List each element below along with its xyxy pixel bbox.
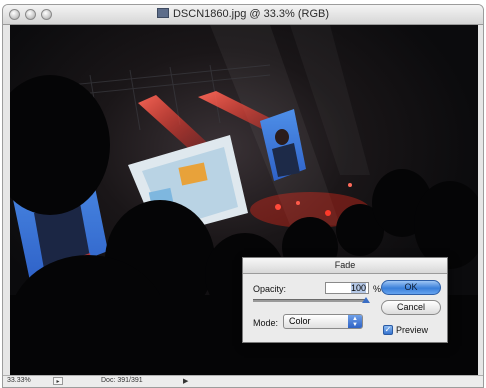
opacity-label: Opacity: (253, 284, 287, 294)
preview-checkbox[interactable]: ✓ (383, 325, 393, 335)
opacity-input[interactable]: 100 (325, 282, 369, 294)
status-arrow-icon[interactable]: ▶ (183, 377, 188, 385)
document-icon (156, 8, 169, 18)
opacity-value: 100 (350, 283, 366, 293)
mode-select[interactable]: Color ▲ ▼ (283, 314, 363, 329)
fade-dialog: Fade Opacity: 100 % Mode: Color ▲ ▼ OK Ca… (242, 257, 448, 343)
window-title: DSCN1860.jpg @ 33.3% (RGB) (172, 8, 330, 20)
status-menu-icon[interactable]: ▸ (53, 377, 63, 385)
window-title-group: DSCN1860.jpg @ 33.3% (RGB) (3, 8, 483, 20)
percent-sign: % (373, 284, 382, 294)
cancel-button[interactable]: Cancel (381, 300, 441, 315)
mode-label: Mode: (253, 318, 279, 328)
ok-button[interactable]: OK (381, 280, 441, 295)
checkmark-icon: ✓ (384, 325, 392, 334)
opacity-slider-track[interactable] (253, 299, 365, 302)
status-bar: 33.33% ▸ Doc: 391/391 ▶ (3, 375, 483, 387)
updown-arrows-icon: ▲ ▼ (348, 315, 362, 328)
preview-label: Preview (396, 325, 429, 335)
document-size-info: Doc: 391/391 (101, 377, 143, 384)
window-titlebar[interactable]: DSCN1860.jpg @ 33.3% (RGB) (3, 5, 483, 25)
opacity-slider-thumb[interactable] (362, 297, 370, 303)
dialog-title: Fade (243, 258, 447, 274)
mode-value: Color (289, 316, 311, 326)
zoom-level[interactable]: 33.33% (7, 377, 31, 384)
